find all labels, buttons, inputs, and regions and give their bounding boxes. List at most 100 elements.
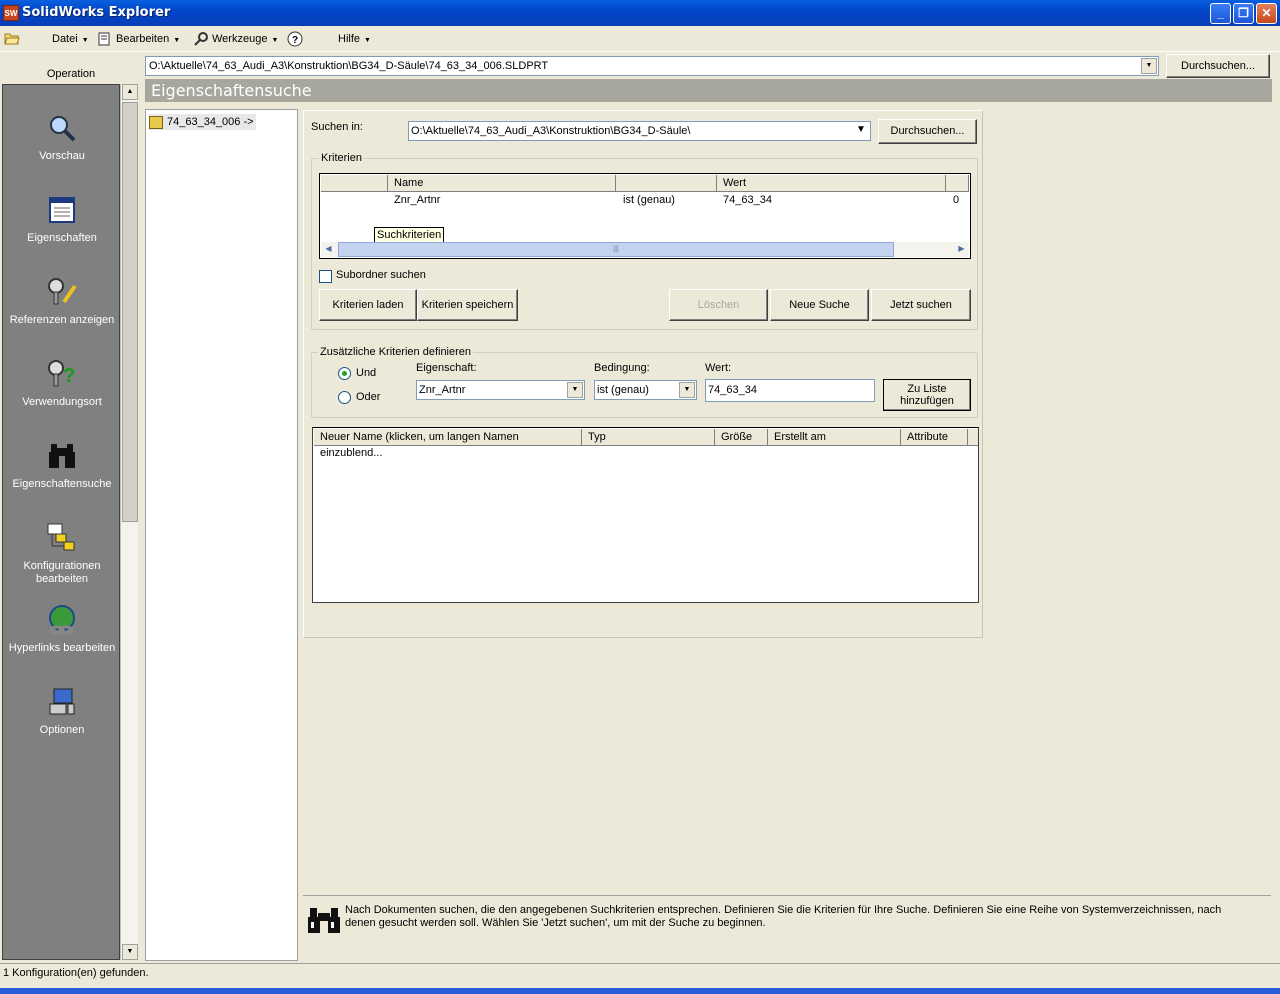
chevron-right-icon[interactable]: ▶ bbox=[954, 242, 969, 257]
where-used-icon: ? bbox=[48, 360, 75, 387]
chevron-down-icon[interactable]: ▼ bbox=[567, 382, 583, 398]
app-icon: SW bbox=[3, 5, 19, 21]
load-criteria-button[interactable]: Kriterien laden bbox=[319, 289, 417, 321]
help-icon[interactable]: ? bbox=[287, 31, 303, 47]
edit-icon bbox=[98, 32, 113, 46]
menu-hilfe-label: Hilfe bbox=[338, 33, 361, 45]
op-hyperlinks-label: Hyperlinks bearbeiten bbox=[8, 642, 116, 654]
hyperlinks-icon bbox=[49, 605, 75, 635]
configurations-icon bbox=[47, 523, 75, 551]
condition-combo[interactable]: ist (genau) ▼ bbox=[594, 380, 697, 400]
menu-bearbeiten-label: Bearbeiten bbox=[116, 33, 170, 45]
results-col-name[interactable]: Neuer Name (klicken, um langen Namen ein… bbox=[314, 429, 582, 459]
chevron-down-icon[interactable]: ▼ bbox=[1141, 58, 1157, 74]
path-browse-button[interactable]: Durchsuchen... bbox=[1166, 54, 1270, 78]
property-combo[interactable]: Znr_Artnr ▼ bbox=[416, 380, 585, 400]
criteria-col-value[interactable]: Wert bbox=[717, 175, 946, 192]
op-hyperlinks[interactable]: Hyperlinks bearbeiten bbox=[3, 604, 121, 655]
op-eigenschaftensuche[interactable]: Eigenschaftensuche bbox=[3, 440, 121, 491]
preview-icon bbox=[50, 116, 76, 142]
chevron-down-icon[interactable]: ▼ bbox=[853, 123, 869, 139]
open-folder-icon[interactable] bbox=[4, 31, 20, 45]
scroll-thumb[interactable] bbox=[122, 102, 138, 522]
add-button-line2: hinzufügen bbox=[900, 395, 954, 407]
op-optionen-label: Optionen bbox=[39, 724, 85, 736]
restore-button[interactable]: ❐ bbox=[1233, 3, 1254, 24]
delete-button[interactable]: Löschen bbox=[669, 289, 768, 321]
scroll-down-icon[interactable]: ▼ bbox=[122, 944, 138, 960]
criteria-col-name[interactable]: Name bbox=[388, 175, 616, 192]
op-verwendungsort[interactable]: ? Verwendungsort bbox=[3, 358, 121, 409]
criteria-row-name[interactable]: Znr_Artnr bbox=[394, 194, 440, 207]
scroll-up-icon[interactable]: ▲ bbox=[122, 84, 138, 100]
new-search-button[interactable]: Neue Suche bbox=[770, 289, 869, 321]
results-col-type[interactable]: Typ bbox=[582, 429, 715, 446]
tools-icon bbox=[194, 32, 209, 46]
or-label: Oder bbox=[356, 391, 381, 403]
op-konfigurationen[interactable]: Konfigurationen bearbeiten bbox=[3, 522, 121, 586]
results-col-filler bbox=[968, 429, 978, 446]
add-button-line1: Zu Liste bbox=[907, 383, 947, 395]
criteria-col-extra[interactable] bbox=[946, 175, 969, 192]
search-browse-button[interactable]: Durchsuchen... bbox=[878, 119, 977, 144]
search-in-combo[interactable]: O:\Aktuelle\74_63_Audi_A3\Konstruktion\B… bbox=[408, 121, 871, 141]
tree-node[interactable]: 74_63_34_006 -> bbox=[149, 114, 256, 130]
title-bar: SW SolidWorks Explorer _ ❐ ✕ bbox=[0, 0, 1280, 26]
add-to-list-button[interactable]: Zu Liste hinzufügen bbox=[883, 379, 971, 411]
operation-scrollbar[interactable]: ▲ ▼ bbox=[120, 84, 138, 960]
chevron-left-icon[interactable]: ◀ bbox=[321, 242, 336, 257]
menu-bearbeiten[interactable]: Bearbeiten ▼ bbox=[98, 31, 180, 47]
minimize-button[interactable]: _ bbox=[1210, 3, 1231, 24]
properties-icon bbox=[49, 197, 75, 223]
part-icon bbox=[149, 115, 163, 129]
results-col-size[interactable]: Größe bbox=[715, 429, 768, 446]
op-eigenschaften[interactable]: Eigenschaften bbox=[3, 194, 121, 245]
status-bar: 1 Konfiguration(en) gefunden. bbox=[0, 963, 1280, 983]
menu-werkzeuge[interactable]: Werkzeuge ▼ bbox=[194, 31, 278, 47]
criteria-group-title: Kriterien bbox=[319, 152, 364, 164]
and-label: Und bbox=[356, 367, 377, 379]
references-icon bbox=[48, 278, 77, 305]
op-optionen[interactable]: Optionen bbox=[3, 686, 121, 737]
save-criteria-button[interactable]: Kriterien speichern bbox=[417, 289, 518, 321]
subfolder-checkbox[interactable] bbox=[319, 270, 332, 283]
criteria-row-value: 74_63_34 bbox=[723, 194, 772, 206]
binoculars-icon bbox=[49, 444, 75, 468]
menu-bar: Datei ▼ Bearbeiten ▼ Werkzeuge ▼ ? Hilfe ▼ bbox=[0, 26, 1280, 52]
value-input-text: 74_63_34 bbox=[708, 384, 757, 396]
menu-datei[interactable]: Datei ▼ bbox=[52, 31, 89, 47]
criteria-col-condition[interactable] bbox=[616, 175, 717, 192]
condition-value: ist (genau) bbox=[597, 384, 649, 396]
or-radio[interactable] bbox=[338, 391, 351, 404]
results-col-created[interactable]: Erstellt am bbox=[768, 429, 901, 446]
results-col-attributes[interactable]: Attribute bbox=[901, 429, 968, 446]
additional-criteria-title: Zusätzliche Kriterien definieren bbox=[318, 346, 474, 358]
results-list[interactable]: Neuer Name (klicken, um langen Namen ein… bbox=[312, 427, 979, 603]
criteria-hscrollbar[interactable]: ◀ ||| ▶ bbox=[321, 242, 969, 257]
criteria-row-condition: ist (genau) bbox=[623, 194, 675, 206]
value-label: Wert: bbox=[705, 362, 732, 374]
run-search-button[interactable]: Jetzt suchen bbox=[871, 289, 971, 321]
op-referenzen[interactable]: Referenzen anzeigen bbox=[3, 276, 121, 327]
tree-node-label: 74_63_34_006 -> bbox=[167, 116, 254, 128]
criteria-col-0[interactable] bbox=[321, 175, 388, 192]
menu-hilfe[interactable]: Hilfe ▼ bbox=[338, 31, 371, 47]
svg-text:?: ? bbox=[63, 365, 75, 387]
close-button[interactable]: ✕ bbox=[1256, 3, 1277, 24]
condition-label: Bedingung: bbox=[594, 362, 650, 374]
op-verwendungsort-label: Verwendungsort bbox=[22, 396, 102, 408]
op-eigenschaftensuche-label: Eigenschaftensuche bbox=[12, 478, 112, 490]
chevron-down-icon[interactable]: ▼ bbox=[679, 382, 695, 398]
op-vorschau[interactable]: Vorschau bbox=[3, 112, 121, 163]
value-input[interactable]: 74_63_34 bbox=[705, 379, 875, 402]
path-combo[interactable]: O:\Aktuelle\74_63_Audi_A3\Konstruktion\B… bbox=[145, 56, 1159, 76]
criteria-list[interactable]: Name Wert Znr_Artnr ist (genau) 74_63_34… bbox=[319, 173, 971, 259]
property-label: Eigenschaft: bbox=[416, 362, 477, 374]
help-box: Nach Dokumenten suchen, die den angegebe… bbox=[303, 895, 1271, 963]
svg-text:?: ? bbox=[292, 35, 298, 46]
help-text: Nach Dokumenten suchen, die den angegebe… bbox=[345, 904, 1222, 929]
and-radio[interactable] bbox=[338, 367, 351, 380]
criteria-hscroll-thumb[interactable]: ||| bbox=[338, 242, 894, 257]
op-eigenschaften-label: Eigenschaften bbox=[27, 232, 97, 244]
criteria-tooltip: Suchkriterien bbox=[374, 227, 445, 243]
